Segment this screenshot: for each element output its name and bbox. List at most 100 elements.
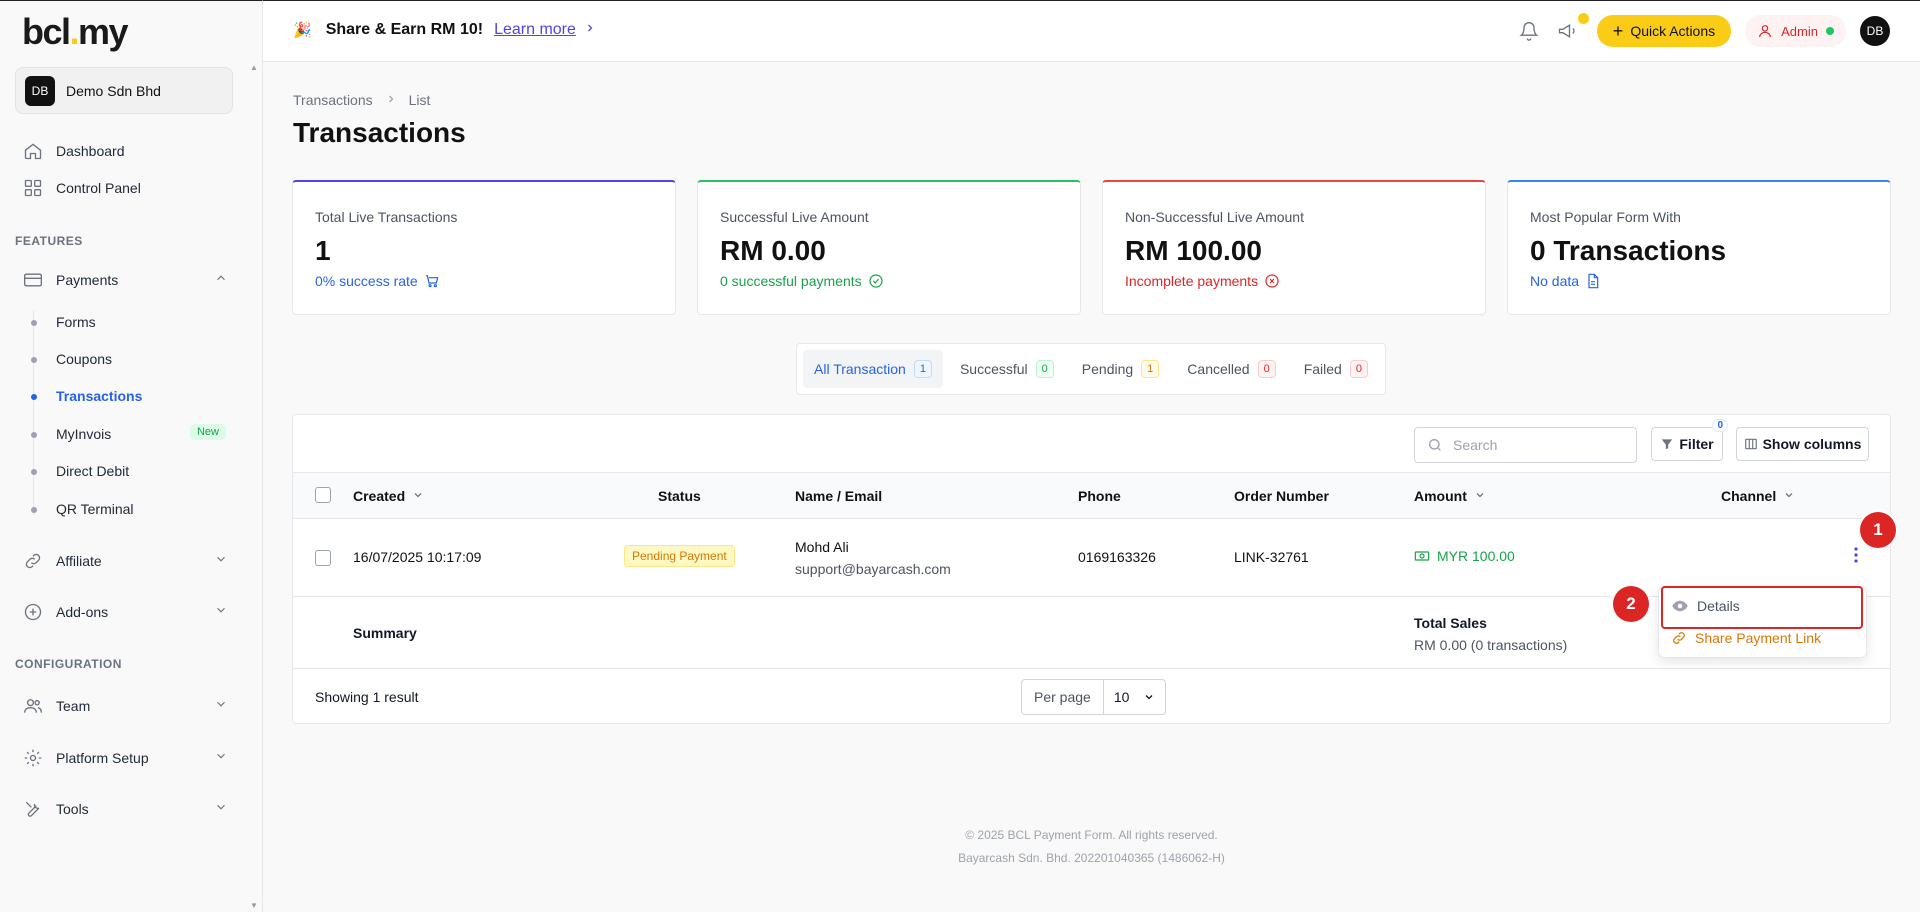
- home-icon: [22, 140, 44, 162]
- sidebar-item-label: Affiliate: [56, 553, 102, 569]
- status-badge: Pending Payment: [624, 545, 735, 567]
- per-page-select[interactable]: Per page 10: [1021, 679, 1167, 715]
- chevron-down-icon: [214, 552, 228, 569]
- menu-item-share-payment-link[interactable]: Share Payment Link: [1671, 630, 1821, 646]
- app-logo[interactable]: bcl.my: [22, 11, 129, 53]
- cell-email: support@bayarcash.com: [795, 561, 951, 577]
- sidebar-item-forms[interactable]: Forms: [31, 314, 226, 330]
- breadcrumb: Transactions List: [293, 92, 430, 108]
- breadcrumb-transactions[interactable]: Transactions: [293, 92, 373, 108]
- stat-label: Successful Live Amount: [720, 209, 869, 225]
- page-title: Transactions: [293, 117, 466, 148]
- sidebar-item-control-panel[interactable]: Control Panel: [22, 177, 228, 199]
- breadcrumb-list: List: [408, 92, 431, 108]
- org-switcher[interactable]: DB Demo Sdn Bhd: [15, 67, 233, 114]
- promo-banner: 🎉 Share & Earn RM 10! Learn more: [293, 21, 596, 39]
- cell-created: 16/07/2025 10:17:09: [353, 549, 482, 565]
- stat-value: 1: [315, 235, 331, 266]
- sidebar-item-dashboard[interactable]: Dashboard: [22, 140, 228, 162]
- chevron-down-icon: [1129, 691, 1155, 703]
- check-circle-icon: [862, 273, 884, 289]
- column-status: Status: [658, 488, 701, 504]
- bell-icon[interactable]: [1517, 19, 1541, 43]
- per-page-value: 10: [1104, 689, 1166, 705]
- sidebar-item-coupons[interactable]: Coupons: [31, 351, 226, 367]
- stat-label: Total Live Transactions: [315, 209, 458, 225]
- column-amount[interactable]: Amount: [1414, 488, 1486, 504]
- column-order-number: Order Number: [1234, 488, 1329, 504]
- gear-icon: [22, 747, 44, 769]
- select-all-checkbox[interactable]: [315, 487, 331, 503]
- sidebar-item-affiliate[interactable]: Affiliate: [22, 550, 228, 572]
- tab-successful[interactable]: Successful 0: [949, 350, 1065, 388]
- sidebar-item-add-ons[interactable]: Add-ons: [22, 601, 228, 623]
- row-actions-kebab-icon[interactable]: [1854, 547, 1858, 566]
- column-label: Name / Email: [795, 488, 883, 504]
- filter-button[interactable]: Filter 0: [1651, 419, 1728, 461]
- sidebar-item-label: Coupons: [56, 351, 113, 367]
- scroll-down-arrow-icon[interactable]: ▼: [250, 901, 258, 910]
- submenu-line: [33, 310, 34, 515]
- plus-icon: +: [1612, 20, 1624, 41]
- column-created[interactable]: Created: [353, 488, 424, 504]
- sidebar-item-label: Payments: [56, 272, 119, 288]
- tab-label: Cancelled: [1187, 361, 1250, 377]
- row-checkbox[interactable]: [315, 550, 331, 566]
- column-name-email: Name / Email: [795, 488, 882, 504]
- sidebar-item-label: Platform Setup: [56, 750, 149, 766]
- search-icon: [1427, 437, 1453, 453]
- stat-card-successful-live-amount: Successful Live Amount RM 0.00 0 success…: [697, 180, 1081, 315]
- new-badge: New: [189, 424, 226, 440]
- sidebar-item-direct-debit[interactable]: Direct Debit: [31, 463, 226, 479]
- tab-count: 0: [1035, 360, 1054, 378]
- sidebar-item-platform-setup[interactable]: Platform Setup: [22, 747, 228, 769]
- search-input[interactable]: Search: [1414, 427, 1637, 463]
- sidebar-item-myinvois[interactable]: MyInvois New: [31, 424, 226, 442]
- user-icon: [1757, 23, 1773, 39]
- user-avatar[interactable]: DB: [1860, 16, 1890, 46]
- cell-phone: 0169163326: [1078, 549, 1156, 565]
- notification-dot: [1577, 13, 1589, 24]
- quick-actions-button[interactable]: + Quick Actions: [1596, 15, 1732, 47]
- users-icon: [22, 695, 44, 717]
- sidebar-item-team[interactable]: Team: [22, 695, 228, 717]
- column-phone: Phone: [1078, 488, 1121, 504]
- admin-label: Admin: [1781, 23, 1818, 39]
- show-columns-label: Show columns: [1762, 436, 1862, 452]
- search-placeholder: Search: [1453, 437, 1498, 453]
- tab-all-transaction[interactable]: All Transaction 1: [803, 350, 943, 388]
- sidebar: bcl.my DB Demo Sdn Bhd Dashboard Control…: [0, 0, 263, 912]
- promo-text: Share & Earn RM 10!: [325, 21, 484, 38]
- header-actions: + Quick Actions Admin DB: [1517, 13, 1890, 47]
- sidebar-item-transactions[interactable]: Transactions: [31, 388, 226, 404]
- chevron-down-icon: [214, 697, 228, 714]
- sidebar-item-qr-terminal[interactable]: QR Terminal: [31, 501, 226, 517]
- status-badge-text: Pending Payment: [624, 545, 735, 567]
- sidebar-item-label: Tools: [56, 801, 89, 817]
- sidebar-item-tools[interactable]: Tools: [22, 798, 228, 820]
- column-label: Created: [353, 488, 406, 504]
- table-row[interactable]: 16/07/2025 10:17:09 Pending Payment Mohd…: [293, 519, 1890, 597]
- footer-company: Bayarcash Sdn. Bhd. 202201040365 (148606…: [958, 851, 1225, 865]
- stat-value: RM 100.00: [1125, 235, 1262, 266]
- document-icon: [1579, 273, 1601, 289]
- show-columns-button[interactable]: Show columns: [1736, 427, 1869, 461]
- grid-icon: [22, 177, 44, 199]
- tab-pending[interactable]: Pending 1: [1071, 350, 1171, 388]
- column-channel[interactable]: Channel: [1721, 488, 1795, 504]
- tab-failed[interactable]: Failed 0: [1293, 350, 1379, 388]
- stat-sub: 0% success rate: [315, 273, 653, 289]
- sidebar-item-label: Dashboard: [56, 143, 125, 159]
- sidebar-item-payments[interactable]: Payments: [22, 269, 228, 291]
- sidebar-item-label: Forms: [56, 314, 96, 330]
- learn-more-link[interactable]: Learn more: [494, 21, 576, 39]
- admin-badge[interactable]: Admin: [1745, 15, 1846, 47]
- stat-card-most-popular-form: Most Popular Form With 0 Transactions No…: [1507, 180, 1891, 315]
- stat-label: Non-Successful Live Amount: [1125, 209, 1304, 225]
- megaphone-icon[interactable]: [1555, 13, 1589, 43]
- filter-icon: [1660, 437, 1679, 451]
- tools-icon: [22, 798, 44, 820]
- amount-text: MYR 100.00: [1437, 548, 1515, 564]
- scroll-up-arrow-icon[interactable]: ▲: [250, 63, 258, 72]
- tab-cancelled[interactable]: Cancelled 0: [1176, 350, 1286, 388]
